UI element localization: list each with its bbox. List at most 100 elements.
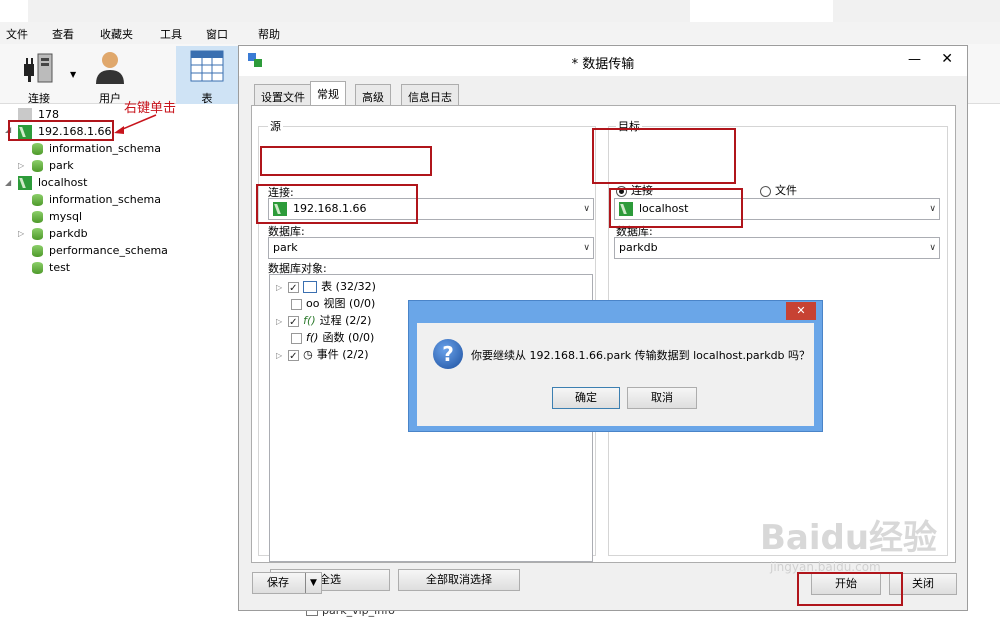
object-count: (0/0) (347, 331, 375, 344)
object-count: (0/0) (348, 297, 376, 310)
table-button[interactable]: 表 (176, 46, 238, 105)
tab-settings-file[interactable]: 设置文件 (254, 84, 312, 106)
menu-file[interactable]: 文件 (6, 26, 28, 42)
close-icon[interactable]: ✕ (941, 51, 953, 67)
object-views[interactable]: oo 视图 (0/0) (291, 295, 375, 312)
cancel-button[interactable]: 取消 (627, 387, 697, 409)
menu-tools[interactable]: 工具 (160, 26, 182, 42)
radio-label: 文件 (775, 184, 797, 197)
highlight-box-source-connection (8, 120, 114, 141)
chevron-down-icon[interactable]: ▼ (305, 573, 321, 593)
menu-help[interactable]: 帮助 (258, 26, 280, 42)
target-database-select[interactable]: parkdb ∨ (614, 237, 940, 259)
object-name: 函数 (322, 331, 345, 344)
minimize-icon[interactable]: — (908, 52, 921, 67)
save-button[interactable]: 保存 ▼ (252, 572, 322, 594)
tree-item-mysql[interactable]: mysql (32, 208, 82, 225)
object-count: (2/2) (345, 314, 372, 327)
expand-arrow-icon[interactable]: ▷ (18, 229, 24, 238)
database-icon (32, 143, 43, 155)
save-label: 保存 (267, 576, 289, 589)
tab-general[interactable]: 常规 (310, 81, 346, 106)
clock-icon: ◷ (303, 348, 313, 361)
checkbox[interactable] (288, 348, 300, 365)
object-name: 表 (321, 280, 333, 293)
window-top-strip (28, 0, 690, 22)
checkbox[interactable] (288, 314, 300, 331)
tree-item-test[interactable]: test (32, 259, 70, 276)
highlight-box-target-database-field (609, 188, 743, 228)
chevron-down-icon: ∨ (929, 204, 936, 214)
tree-item-park[interactable]: park (32, 157, 74, 174)
connect-button[interactable]: ▼ 连接 (14, 48, 76, 105)
database-icon (32, 245, 43, 257)
plug-icon (24, 53, 53, 83)
menu-bar: 文件 查看 收藏夹 工具 窗口 帮助 (0, 22, 1000, 44)
highlight-box-start-button (797, 572, 903, 606)
expand-arrow-icon[interactable]: ▷ (276, 283, 282, 292)
object-functions[interactable]: f() 函数 (0/0) (291, 329, 374, 346)
tree-label: mysql (49, 210, 82, 223)
object-count: (2/2) (342, 348, 369, 361)
table-icon (303, 281, 318, 293)
tree-item-information-schema[interactable]: information_schema (32, 191, 161, 208)
question-icon: ? (433, 339, 463, 369)
user-button[interactable]: 用户 (88, 48, 132, 105)
source-database-value: park (273, 241, 298, 254)
confirm-body: ? 你要继续从 192.168.1.66.park 传输数据到 localhos… (417, 323, 814, 426)
tree-label: parkdb (49, 227, 88, 240)
target-database-value: parkdb (619, 241, 658, 254)
collapse-arrow-icon[interactable]: ◢ (5, 178, 11, 187)
database-icon (32, 211, 43, 223)
chevron-down-icon: ∨ (929, 243, 936, 253)
confirm-dialog: ✕ ? 你要继续从 192.168.1.66.park 传输数据到 localh… (408, 300, 823, 432)
checkbox[interactable] (291, 298, 302, 310)
highlight-box-source-connection-field (260, 146, 432, 176)
expand-arrow-icon[interactable]: ▷ (18, 161, 24, 170)
tree-label: information_schema (49, 142, 161, 155)
object-procedures[interactable]: ▷ f()过程 (2/2) (276, 312, 372, 331)
tree-item-parkdb[interactable]: parkdb (32, 225, 88, 242)
tree-item-information-schema[interactable]: information_schema (32, 140, 161, 157)
ok-button[interactable]: 确定 (552, 387, 620, 409)
annotation-arrow-icon (114, 114, 157, 134)
menu-view[interactable]: 查看 (52, 26, 74, 42)
table-icon (190, 50, 224, 82)
object-name: 事件 (316, 348, 339, 361)
connect-dropdown-icon[interactable]: ▼ (70, 70, 76, 79)
tree-label: localhost (38, 176, 88, 189)
menu-favorites[interactable]: 收藏夹 (100, 26, 133, 42)
function-icon: f() (303, 314, 316, 327)
function-icon: f() (306, 331, 319, 344)
source-database-select[interactable]: park ∨ (268, 237, 594, 259)
highlight-box-target-connection-field (592, 128, 736, 184)
connection-tree: 178 ◢ 192.168.1.66 information_schema ▷ … (0, 104, 238, 616)
tab-info-log[interactable]: 信息日志 (401, 84, 459, 106)
tab-advanced[interactable]: 高级 (355, 84, 391, 106)
database-icon (32, 228, 43, 240)
checkbox[interactable] (288, 280, 300, 297)
radio-button[interactable] (760, 185, 771, 197)
checkbox[interactable] (291, 332, 302, 344)
database-icon (32, 194, 43, 206)
baidu-watermark: Baidu经验 (760, 518, 938, 558)
expand-arrow-icon[interactable]: ▷ (276, 351, 282, 360)
object-count: (32/32) (335, 280, 376, 293)
baidu-watermark-url: jingyan.baidu.com (770, 560, 881, 574)
window-top-strip-right (833, 0, 1000, 22)
dialog-title: * 数据传输 (571, 57, 635, 72)
radio-file[interactable]: 文件 (760, 182, 797, 198)
source-group-label: 源 (268, 118, 283, 134)
deselect-all-button[interactable]: 全部取消选择 (398, 569, 520, 591)
tree-item-localhost[interactable]: localhost (18, 174, 87, 191)
object-events[interactable]: ▷ ◷事件 (2/2) (276, 346, 369, 365)
chevron-down-icon: ∨ (583, 243, 590, 253)
object-tables[interactable]: ▷ 表 (32/32) (276, 278, 376, 297)
highlight-box-source-database-field (256, 184, 418, 224)
user-icon (96, 52, 124, 84)
object-name: 过程 (319, 314, 342, 327)
tree-item-performance-schema[interactable]: performance_schema (32, 242, 168, 259)
confirm-close-button[interactable]: ✕ (786, 302, 816, 320)
menu-window[interactable]: 窗口 (206, 26, 228, 42)
expand-arrow-icon[interactable]: ▷ (276, 317, 282, 326)
